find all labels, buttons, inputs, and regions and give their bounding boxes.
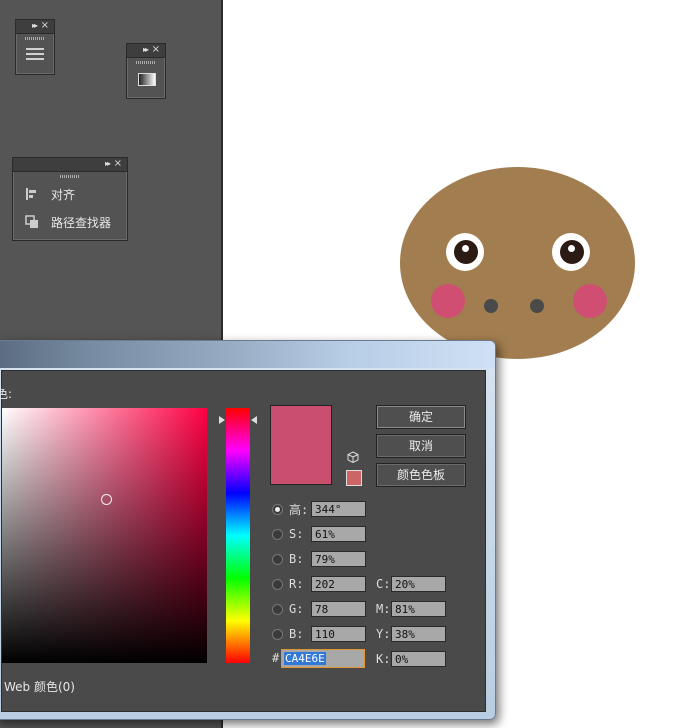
brightness-label: B: xyxy=(289,552,304,566)
green-row: G: 78 xyxy=(272,600,366,618)
cyan-row: C: 20% xyxy=(376,575,446,593)
panel-header[interactable]: ▸▸ × xyxy=(13,158,127,172)
new-color-swatch xyxy=(270,405,332,485)
collapse-icon[interactable]: ▸▸ xyxy=(105,159,111,169)
grip-handle[interactable] xyxy=(136,61,156,64)
black-row: K: 0% xyxy=(376,650,446,668)
red-label: R: xyxy=(289,577,304,591)
hex-value-selected: CA4E6E xyxy=(284,652,326,665)
right-cheek xyxy=(573,284,607,318)
cancel-button[interactable]: 取消 xyxy=(376,434,466,458)
eye-glint xyxy=(462,245,469,252)
saturation-brightness-field[interactable] xyxy=(2,408,207,663)
saturation-label: S: xyxy=(289,527,304,541)
collapsed-panel-menu[interactable]: ▸▸ × xyxy=(15,19,55,75)
cyan-label: C: xyxy=(376,577,391,591)
hue-row: 高: 344° xyxy=(272,500,366,518)
dialog-body: 色: 确定 取消 颜色色板 高: 344° S: 61% B: 79% R: 2… xyxy=(0,370,486,712)
hue-field[interactable]: 344° xyxy=(311,501,366,517)
saturation-radio[interactable] xyxy=(272,528,283,540)
right-nostril xyxy=(530,299,544,313)
color-picker-dialog: 色: 确定 取消 颜色色板 高: 344° S: 61% B: 79% R: 2… xyxy=(0,340,496,720)
left-nostril xyxy=(484,299,498,313)
gradient-icon[interactable] xyxy=(138,73,156,86)
red-field[interactable]: 202 xyxy=(311,576,366,592)
panel-item-align[interactable]: 对齐 xyxy=(25,185,75,203)
ok-button[interactable]: 确定 xyxy=(376,405,466,429)
pathfinder-icon xyxy=(25,215,39,229)
brightness-row: B: 79% xyxy=(272,550,366,568)
close-icon[interactable]: × xyxy=(152,44,160,56)
artwork-face[interactable] xyxy=(400,167,635,359)
pupil xyxy=(454,240,478,264)
left-eye xyxy=(446,233,484,271)
collapsed-panel-gradient[interactable]: ▸▸ × xyxy=(126,43,166,99)
black-label: K: xyxy=(376,652,391,666)
hue-radio[interactable] xyxy=(272,503,283,515)
right-eye xyxy=(552,233,590,271)
green-field[interactable]: 78 xyxy=(311,601,366,617)
color-field-cursor[interactable] xyxy=(101,494,112,505)
brightness-radio[interactable] xyxy=(272,553,283,565)
panel-header[interactable]: ▸▸ × xyxy=(127,44,165,58)
magenta-field[interactable]: 81% xyxy=(391,601,446,617)
grip-handle[interactable] xyxy=(25,37,45,40)
left-cheek xyxy=(431,284,465,318)
web-colors-only-label[interactable]: Web 颜色(0) xyxy=(4,678,75,695)
hue-label: 高: xyxy=(289,502,309,517)
select-color-label: 色: xyxy=(0,387,13,401)
red-radio[interactable] xyxy=(272,578,283,590)
grip-handle[interactable] xyxy=(60,175,80,178)
hamburger-icon[interactable] xyxy=(26,48,44,60)
black-field[interactable]: 0% xyxy=(391,651,446,667)
brightness-field[interactable]: 79% xyxy=(311,551,366,567)
yellow-field[interactable]: 38% xyxy=(391,626,446,642)
panel-item-pathfinder[interactable]: 路径查找器 xyxy=(25,213,111,231)
magenta-label: M: xyxy=(376,602,391,616)
panel-header[interactable]: ▸▸ × xyxy=(16,20,54,34)
collapse-icon[interactable]: ▸▸ xyxy=(32,21,38,31)
collapse-icon[interactable]: ▸▸ xyxy=(143,45,149,55)
hue-slider-handle-right[interactable] xyxy=(251,416,257,424)
saturation-row: S: 61% xyxy=(272,525,366,543)
yellow-label: Y: xyxy=(376,627,391,641)
red-row: R: 202 xyxy=(272,575,366,593)
green-label: G: xyxy=(289,602,304,616)
cyan-field[interactable]: 20% xyxy=(391,576,446,592)
panel-item-label: 对齐 xyxy=(51,187,76,202)
align-pathfinder-panel: ▸▸ × 对齐 路径查找器 xyxy=(12,157,128,241)
hex-field[interactable]: CA4E6E xyxy=(281,649,365,668)
blue-label: B: xyxy=(289,627,304,641)
color-swatches-button[interactable]: 颜色色板 xyxy=(376,463,466,487)
hex-label: # xyxy=(272,651,280,665)
out-of-web-gamut-cube-icon[interactable] xyxy=(347,451,359,464)
magenta-row: M: 81% xyxy=(376,600,446,618)
green-radio[interactable] xyxy=(272,603,283,615)
blue-radio[interactable] xyxy=(272,628,283,640)
hue-slider[interactable] xyxy=(226,408,250,663)
blue-row: B: 110 xyxy=(272,625,366,643)
eye-glint xyxy=(568,245,575,252)
blue-field[interactable]: 110 xyxy=(311,626,366,642)
align-icon xyxy=(25,187,39,201)
panel-item-label: 路径查找器 xyxy=(51,215,112,230)
dialog-titlebar[interactable] xyxy=(0,341,495,368)
websafe-color-swatch[interactable] xyxy=(346,470,362,486)
close-icon[interactable]: × xyxy=(41,20,49,32)
saturation-field[interactable]: 61% xyxy=(311,526,366,542)
yellow-row: Y: 38% xyxy=(376,625,446,643)
pupil xyxy=(560,240,584,264)
hue-slider-handle-left[interactable] xyxy=(219,416,225,424)
close-icon[interactable]: × xyxy=(114,158,122,170)
